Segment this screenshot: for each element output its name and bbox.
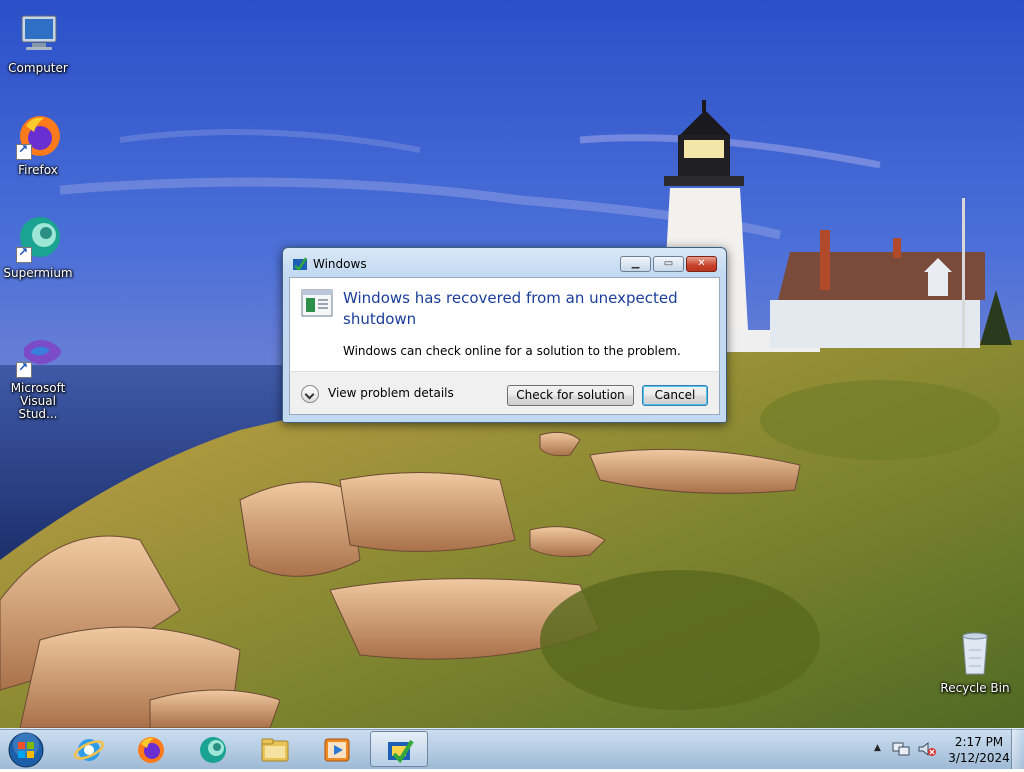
- shortcut-arrow-icon: [16, 245, 32, 263]
- visual-studio-icon: [14, 330, 62, 378]
- media-player-icon: [324, 738, 350, 762]
- firefox-icon: [14, 112, 62, 160]
- recycle-bin-icon: [951, 630, 999, 678]
- desktop-icon-firefox[interactable]: Firefox: [0, 112, 76, 177]
- windows-flag-icon: [292, 256, 308, 272]
- taskbar-clock[interactable]: 2:17 PM 3/12/2024: [944, 734, 1014, 766]
- desktop-icon-recycle-bin[interactable]: Recycle Bin: [937, 630, 1013, 695]
- desktop-icon-label: Microsoft Visual Stud...: [10, 381, 66, 421]
- system-tray: ▲ 2:17 PM 3/12/2024: [864, 729, 1024, 769]
- problem-reports-icon: [388, 739, 414, 764]
- network-icon[interactable]: [892, 741, 910, 760]
- clock-time: 2:17 PM: [954, 735, 1004, 749]
- volume-muted-icon[interactable]: [918, 741, 936, 760]
- dialog-titlebar[interactable]: Windows ▁ ▭ ✕: [283, 248, 726, 276]
- dialog-footer: View problem details Check for solution …: [289, 371, 720, 415]
- taskbar-file-explorer[interactable]: [246, 731, 304, 767]
- desktop-icon-label: Computer: [8, 61, 68, 75]
- desktop-icon-label: Recycle Bin: [940, 681, 1010, 695]
- show-hidden-icons-button[interactable]: ▲: [874, 743, 881, 753]
- file-explorer-icon: [261, 738, 289, 762]
- view-problem-details-link[interactable]: View problem details: [328, 386, 454, 400]
- report-window-icon: [301, 289, 333, 317]
- desktop-icon-computer[interactable]: Computer: [0, 10, 76, 75]
- taskbar-media-player[interactable]: [308, 731, 366, 767]
- show-desktop-button[interactable]: [1011, 729, 1024, 769]
- computer-icon: [14, 10, 62, 58]
- taskbar-problem-reports[interactable]: [370, 731, 428, 767]
- check-for-solution-button[interactable]: Check for solution: [507, 385, 634, 406]
- taskbar-firefox[interactable]: [122, 731, 180, 767]
- desktop-icon-visual-studio[interactable]: Microsoft Visual Stud...: [0, 330, 76, 421]
- desktop-icon-label: Firefox: [18, 163, 58, 177]
- internet-explorer-icon: [73, 739, 105, 761]
- chevron-down-icon[interactable]: [301, 385, 319, 403]
- dialog-title: Windows: [313, 257, 367, 271]
- supermium-icon: [14, 215, 62, 263]
- dialog-heading: Windows has recovered from an unexpected…: [343, 289, 678, 328]
- start-button[interactable]: [7, 731, 45, 769]
- minimize-button[interactable]: ▁: [620, 256, 651, 272]
- clock-date: 3/12/2024: [948, 751, 1010, 765]
- cancel-button[interactable]: Cancel: [642, 385, 708, 406]
- shortcut-arrow-icon: [16, 360, 32, 378]
- desktop-icon-label: Supermium: [3, 266, 73, 280]
- taskbar: ▲ 2:17 PM 3/12/2024: [0, 728, 1024, 769]
- windows-orb-icon: [8, 732, 44, 768]
- dialog-content: Windows has recovered from an unexpected…: [289, 277, 720, 371]
- recovery-dialog: Windows ▁ ▭ ✕ Windows has recovered from…: [282, 247, 727, 423]
- desktop-icon-supermium[interactable]: Supermium: [0, 215, 76, 280]
- close-button[interactable]: ✕: [686, 256, 717, 272]
- taskbar-internet-explorer[interactable]: [60, 731, 118, 767]
- shortcut-arrow-icon: [16, 142, 32, 160]
- supermium-icon: [200, 737, 226, 763]
- dialog-description: Windows can check online for a solution …: [343, 344, 681, 358]
- taskbar-supermium[interactable]: [184, 731, 242, 767]
- firefox-icon: [138, 737, 164, 763]
- maximize-button[interactable]: ▭: [653, 256, 684, 272]
